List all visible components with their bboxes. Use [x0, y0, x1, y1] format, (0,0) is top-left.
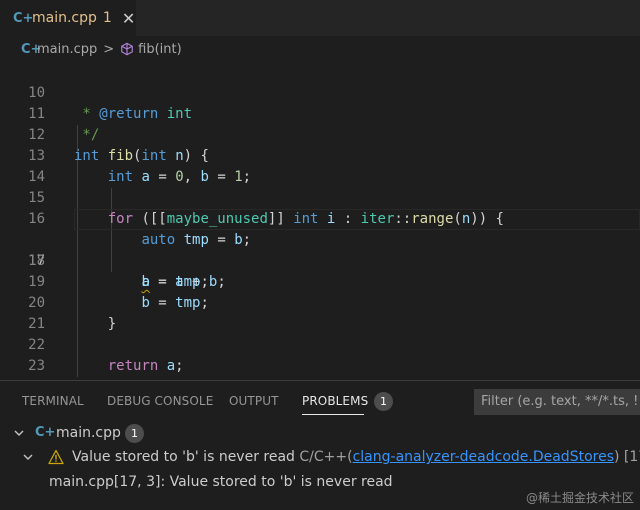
- breadcrumb: C+ main.cpp > fib(int): [0, 36, 640, 62]
- tab-label: main.cpp: [32, 10, 97, 26]
- code-editor[interactable]: 10 * @return int 11 */ 12 int fib(int n)…: [0, 62, 640, 395]
- active-tab-indicator: [302, 414, 364, 415]
- cpp-file-icon: C+: [35, 425, 56, 440]
- problem-detail: main.cpp[17, 3]: Value stored to 'b' is …: [49, 474, 393, 490]
- close-icon[interactable]: ✕: [122, 9, 135, 28]
- code-line: 16 auto tmp = b;: [0, 188, 640, 248]
- breadcrumb-symbol[interactable]: fib(int): [138, 42, 182, 57]
- code-line: 11 */: [0, 83, 640, 143]
- code-line: 21: [0, 293, 640, 332]
- problems-count-badge: 1: [374, 392, 393, 411]
- problem-file-name: main.cpp: [56, 425, 121, 441]
- problem-warning-row[interactable]: Value stored to 'b' is never read C/C++(…: [0, 445, 640, 469]
- code-line: 19 b = tmp;: [0, 251, 640, 311]
- code-line: 10 * @return int: [0, 62, 640, 122]
- tab-main-cpp[interactable]: C+ main.cpp 1 ✕: [0, 0, 136, 36]
- problem-location: [17, 3]: [623, 449, 640, 465]
- code-line: 14: [0, 146, 640, 185]
- problem-message: Value stored to 'b' is never read C/C++(…: [72, 445, 640, 469]
- problem-source: C/C++(: [299, 449, 353, 465]
- code-line-active: 17 b = a + b;: [0, 209, 640, 290]
- problems-filter-input[interactable]: Filter (e.g. text, **/*.ts, !**/node_mod…: [474, 389, 640, 415]
- method-symbol-icon: [121, 42, 133, 56]
- problem-file-row[interactable]: C+ main.cpp 1: [0, 421, 640, 445]
- breadcrumb-separator: >: [103, 41, 115, 57]
- breadcrumb-file[interactable]: main.cpp: [37, 42, 97, 57]
- editor-tab-bar: C+ main.cpp 1 ✕: [0, 0, 640, 36]
- tab-terminal[interactable]: TERMINAL: [22, 394, 84, 408]
- cpp-file-icon: C+: [21, 41, 42, 57]
- code-line: 24: [0, 356, 640, 395]
- tab-problem-count: 1: [102, 10, 112, 26]
- current-line-highlight: [74, 209, 640, 230]
- code-line: 22 return a;: [0, 314, 640, 374]
- code-line: 18 a = tmp;: [0, 230, 640, 290]
- code-line: 20 }: [0, 272, 640, 332]
- tab-problems[interactable]: PROBLEMS: [302, 394, 368, 408]
- code-line: 15 for ([[maybe_unused]] int i : iter::r…: [0, 167, 640, 227]
- bottom-panel: TERMINAL DEBUG CONSOLE OUTPUT PROBLEMS 1…: [0, 380, 640, 510]
- code-line: 12 int fib(int n) {: [0, 104, 640, 164]
- cpp-file-icon: C+: [13, 10, 34, 26]
- tab-output[interactable]: OUTPUT: [229, 394, 279, 408]
- file-problem-count: 1: [125, 424, 144, 443]
- chevron-down-icon[interactable]: [13, 427, 25, 439]
- code-line: 13 int a = 0, b = 1;: [0, 125, 640, 185]
- panel-tabs: TERMINAL DEBUG CONSOLE OUTPUT PROBLEMS 1…: [0, 381, 640, 421]
- warning-icon: [48, 449, 64, 465]
- watermark: @稀土掘金技术社区: [525, 491, 634, 505]
- chevron-down-icon[interactable]: [22, 451, 34, 463]
- code-line: 23 }: [0, 335, 640, 395]
- rule-link[interactable]: clang-analyzer-deadcode.DeadStores: [353, 449, 614, 465]
- tab-debug-console[interactable]: DEBUG CONSOLE: [107, 394, 213, 408]
